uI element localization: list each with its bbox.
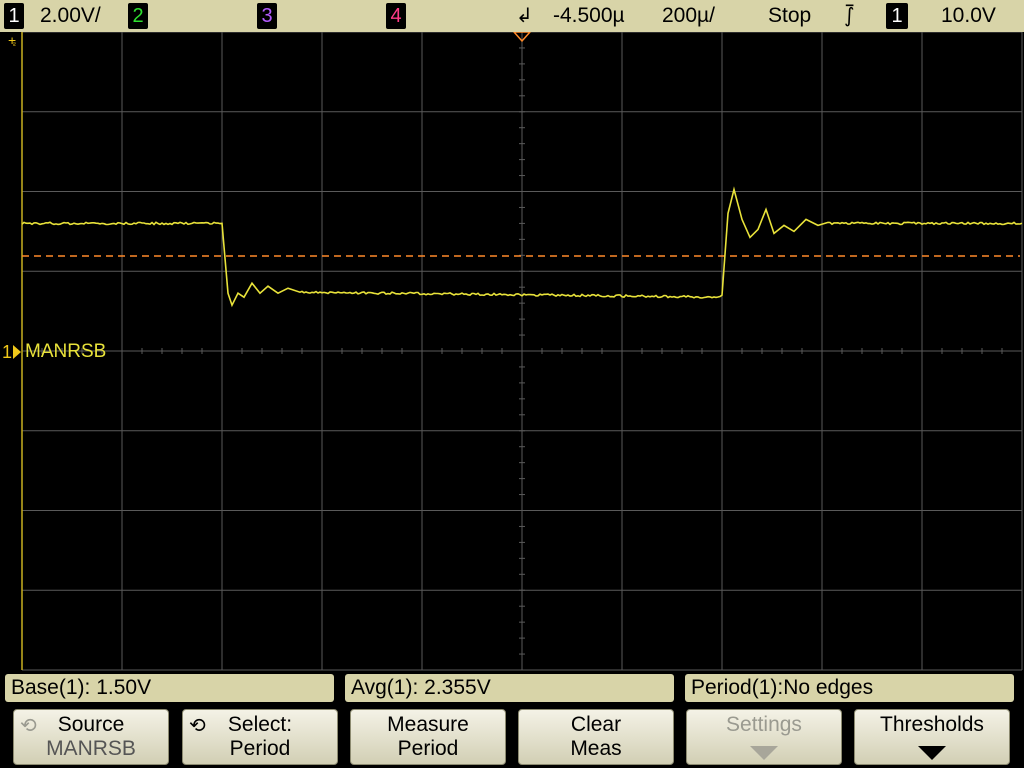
channel-1-ground-marker[interactable]: 1 xyxy=(2,342,12,362)
thresholds-button[interactable]: Thresholds xyxy=(854,709,1010,765)
falling-edge-icon: ⨛ xyxy=(844,0,854,32)
channel-1-scale: 2.00V/ xyxy=(40,0,101,32)
trigger-position-icon: ↲ xyxy=(516,6,533,26)
trigger-delay[interactable]: -4.500µ xyxy=(553,0,625,32)
source-label: Source xyxy=(14,713,168,737)
measure-label: Measure xyxy=(351,713,505,737)
trigger-level[interactable]: 10.0V xyxy=(941,0,996,32)
measurement-avg: Avg(1): 2.355V xyxy=(345,674,674,702)
trigger-source[interactable]: 1 xyxy=(886,3,908,29)
submenu-arrow-icon xyxy=(918,746,946,760)
channel-3-indicator[interactable]: 3 xyxy=(257,3,277,29)
status-bar: 1 2.00V/ 2 3 4 ↲ -4.500µ 200µ/ Stop ⨛ 1 … xyxy=(0,0,1024,32)
measure-period-button[interactable]: Measure Period xyxy=(350,709,506,765)
clear-value: Meas xyxy=(519,737,673,761)
source-button[interactable]: ⟲ Source MANRSB xyxy=(13,709,169,765)
run-state: Stop xyxy=(768,0,811,32)
channel-1-indicator[interactable]: 1 xyxy=(4,3,24,29)
source-value: MANRSB xyxy=(14,737,168,761)
waveform-display[interactable]: ⨧ 1 MANRSB xyxy=(0,32,1024,672)
channel-label: MANRSB xyxy=(25,341,106,363)
settings-button[interactable]: Settings xyxy=(686,709,842,765)
channel-2-indicator[interactable]: 2 xyxy=(128,3,148,29)
measure-value: Period xyxy=(351,737,505,761)
settings-label: Settings xyxy=(687,713,841,737)
timebase-scale[interactable]: 200µ/ xyxy=(662,0,715,32)
top-ground-marker-icon: ⨧ xyxy=(8,32,16,47)
graticule: ⨧ xyxy=(0,32,1024,672)
measurement-base: Base(1): 1.50V xyxy=(5,674,334,702)
select-label: Select: xyxy=(183,713,337,737)
clear-label: Clear xyxy=(519,713,673,737)
softkey-bar: ⟲ Source MANRSB ⟲ Select: Period Measure… xyxy=(0,706,1024,768)
channel-4-indicator[interactable]: 4 xyxy=(386,3,406,29)
thresholds-label: Thresholds xyxy=(855,713,1009,737)
select-button[interactable]: ⟲ Select: Period xyxy=(182,709,338,765)
measurement-bar: Base(1): 1.50V Avg(1): 2.355V Period(1):… xyxy=(0,672,1024,706)
clear-meas-button[interactable]: Clear Meas xyxy=(518,709,674,765)
measurement-period: Period(1):No edges xyxy=(685,674,1014,702)
submenu-arrow-icon xyxy=(750,746,778,760)
select-value: Period xyxy=(183,737,337,761)
ground-arrow-icon xyxy=(13,345,21,359)
grid-lines xyxy=(22,32,1022,670)
